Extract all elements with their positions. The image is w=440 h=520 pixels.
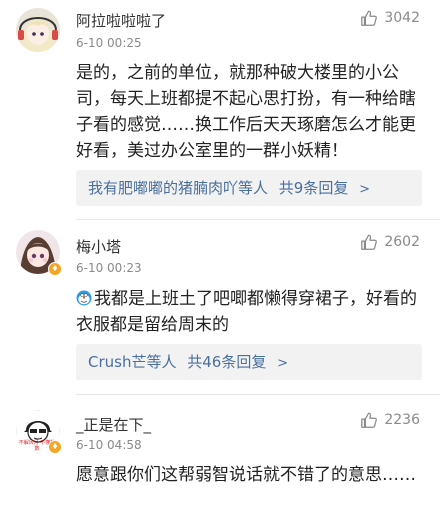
comment-text: 我都是上班土了吧唧都懒得穿裙子，好看的衣服都是留给周末的	[76, 286, 422, 338]
reply-users: 我有肥嘟嘟的猪腩肉吖等人	[88, 179, 269, 197]
reply-summary[interactable]: Crush芒等人 共46条回复 >	[76, 344, 422, 380]
chevron-right-icon: >	[277, 356, 289, 371]
reply-summary[interactable]: 我有肥嘟嘟的猪腩肉吖等人 共9条回复 >	[76, 170, 422, 206]
like-count: 2236	[384, 412, 420, 428]
username[interactable]: 阿拉啦啦啦了	[76, 10, 166, 31]
doraemon-emoji-icon	[76, 288, 92, 306]
divider	[76, 219, 440, 220]
avatar-anime-girl	[16, 8, 60, 52]
reply-count: 共46条回复	[187, 353, 267, 371]
thumbs-up-icon	[360, 9, 378, 27]
like-count: 2602	[384, 234, 420, 250]
comment-text: 是的，之前的单位，就那种破大楼里的小公司，每天上班都提不起心思打扮，有一种给瞎子…	[76, 63, 416, 161]
vip-badge-icon: ♦	[48, 440, 62, 454]
timestamp: 6-10 04:58	[76, 438, 142, 452]
comment-text: 愿意跟你们这帮弱智说话就不错了的意思……	[76, 465, 416, 485]
thumbs-up-icon	[360, 411, 378, 429]
divider	[76, 394, 440, 395]
username[interactable]: _正是在下_	[76, 414, 151, 435]
like-button[interactable]: 3042	[360, 9, 420, 27]
avatar[interactable]	[16, 8, 60, 52]
username[interactable]: 梅小塔	[76, 236, 121, 257]
reply-users: Crush芒等人	[88, 353, 177, 371]
comment-text-content: 我都是上班土了吧唧都懒得穿裙子，好看的衣服都是留给周末的	[76, 289, 417, 335]
like-button[interactable]: 2236	[360, 411, 420, 429]
reply-count: 共9条回复	[278, 179, 349, 197]
thumbs-up-icon	[360, 233, 378, 251]
vip-badge-icon: ♦	[48, 262, 62, 276]
timestamp: 6-10 00:25	[76, 36, 142, 50]
chevron-right-icon: >	[359, 182, 371, 197]
like-button[interactable]: 2602	[360, 233, 420, 251]
timestamp: 6-10 00:23	[76, 261, 142, 275]
like-count: 3042	[384, 10, 420, 26]
